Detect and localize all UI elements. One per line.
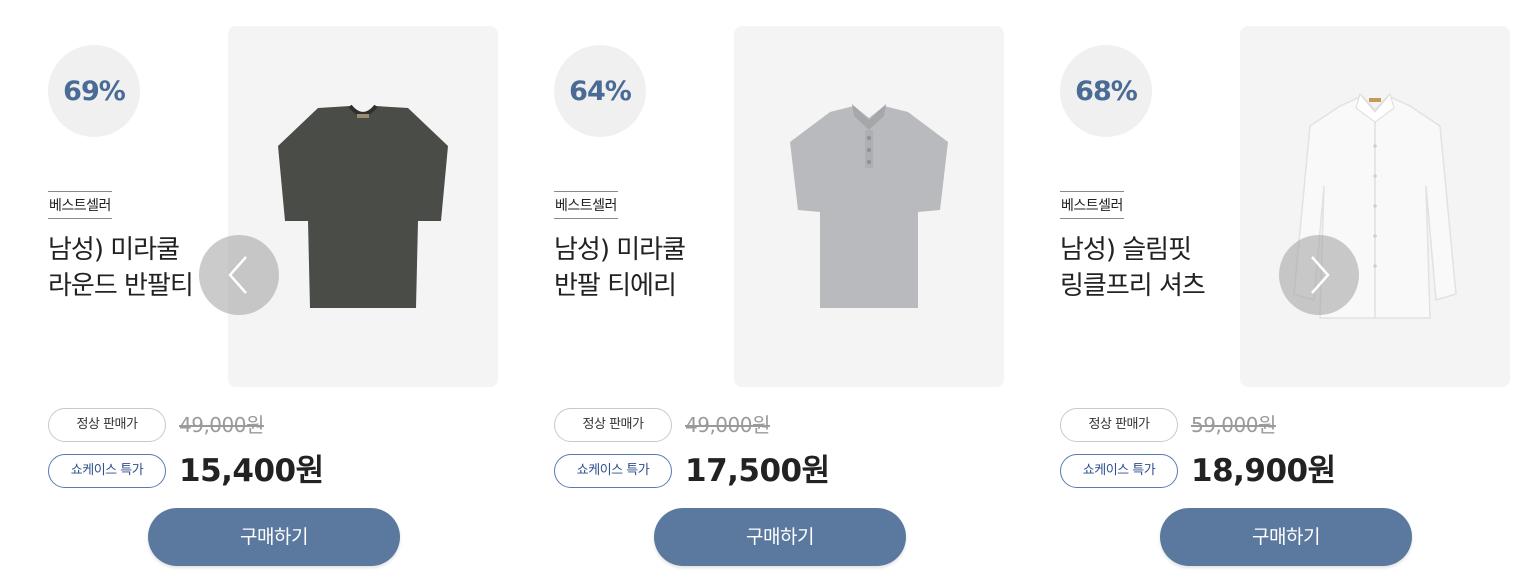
sale-price: 18,900원 (1191, 453, 1336, 489)
product-title-line: 반팔 티에리 (554, 271, 677, 301)
dress-shirt-icon (1293, 92, 1457, 319)
chevron-right-icon (1311, 256, 1330, 294)
product-image[interactable] (734, 26, 1004, 387)
showcase-price-label: 쇼케이스 특가 (554, 454, 672, 488)
sale-price: 17,500원 (685, 453, 830, 489)
product-title-line: 남성) 미라쿨 (554, 235, 686, 265)
discount-badge: 69% (48, 45, 140, 137)
buy-button[interactable]: 구매하기 (148, 508, 400, 566)
discount-badge: 68% (1060, 45, 1152, 137)
carousel-prev-button[interactable] (199, 235, 279, 315)
buy-button[interactable]: 구매하기 (1160, 508, 1412, 566)
product-image[interactable] (228, 26, 498, 387)
bestseller-tag: 베스트셀러 (48, 191, 112, 219)
product-title-line: 링클프리 셔츠 (1060, 271, 1206, 301)
carousel-next-button[interactable] (1279, 235, 1359, 315)
product-title[interactable]: 남성) 슬림핏 링클프리 셔츠 (1060, 232, 1250, 304)
bestseller-tag: 베스트셀러 (1060, 191, 1124, 219)
showcase-price-label: 쇼케이스 특가 (48, 454, 166, 488)
regular-price-label: 정상 판매가 (1060, 408, 1178, 442)
product-title-line: 남성) 슬림핏 (1060, 235, 1192, 265)
polo-shirt-icon (790, 104, 948, 308)
sale-price: 15,400원 (179, 453, 324, 489)
regular-price-label: 정상 판매가 (554, 408, 672, 442)
buy-button[interactable]: 구매하기 (654, 508, 906, 566)
tshirt-icon (278, 104, 448, 308)
product-title[interactable]: 남성) 미라쿨 반팔 티에리 (554, 232, 744, 304)
chevron-left-icon (228, 256, 247, 294)
regular-price: 49,000원 (685, 413, 770, 437)
product-card[interactable]: 64% 베스트셀러 남성) 미라쿨 반팔 티에리 정상 판매가 49,000원 … (550, 0, 1016, 585)
product-image[interactable] (1240, 26, 1510, 387)
showcase-price-label: 쇼케이스 특가 (1060, 454, 1178, 488)
regular-price: 49,000원 (179, 413, 264, 437)
discount-badge: 64% (554, 45, 646, 137)
product-card[interactable]: 69% 베스트셀러 남성) 미라쿨 라운드 반팔티 정상 판매가 49,000원… (44, 0, 510, 585)
bestseller-tag: 베스트셀러 (554, 191, 618, 219)
regular-price: 59,000원 (1191, 413, 1276, 437)
regular-price-label: 정상 판매가 (48, 408, 166, 442)
